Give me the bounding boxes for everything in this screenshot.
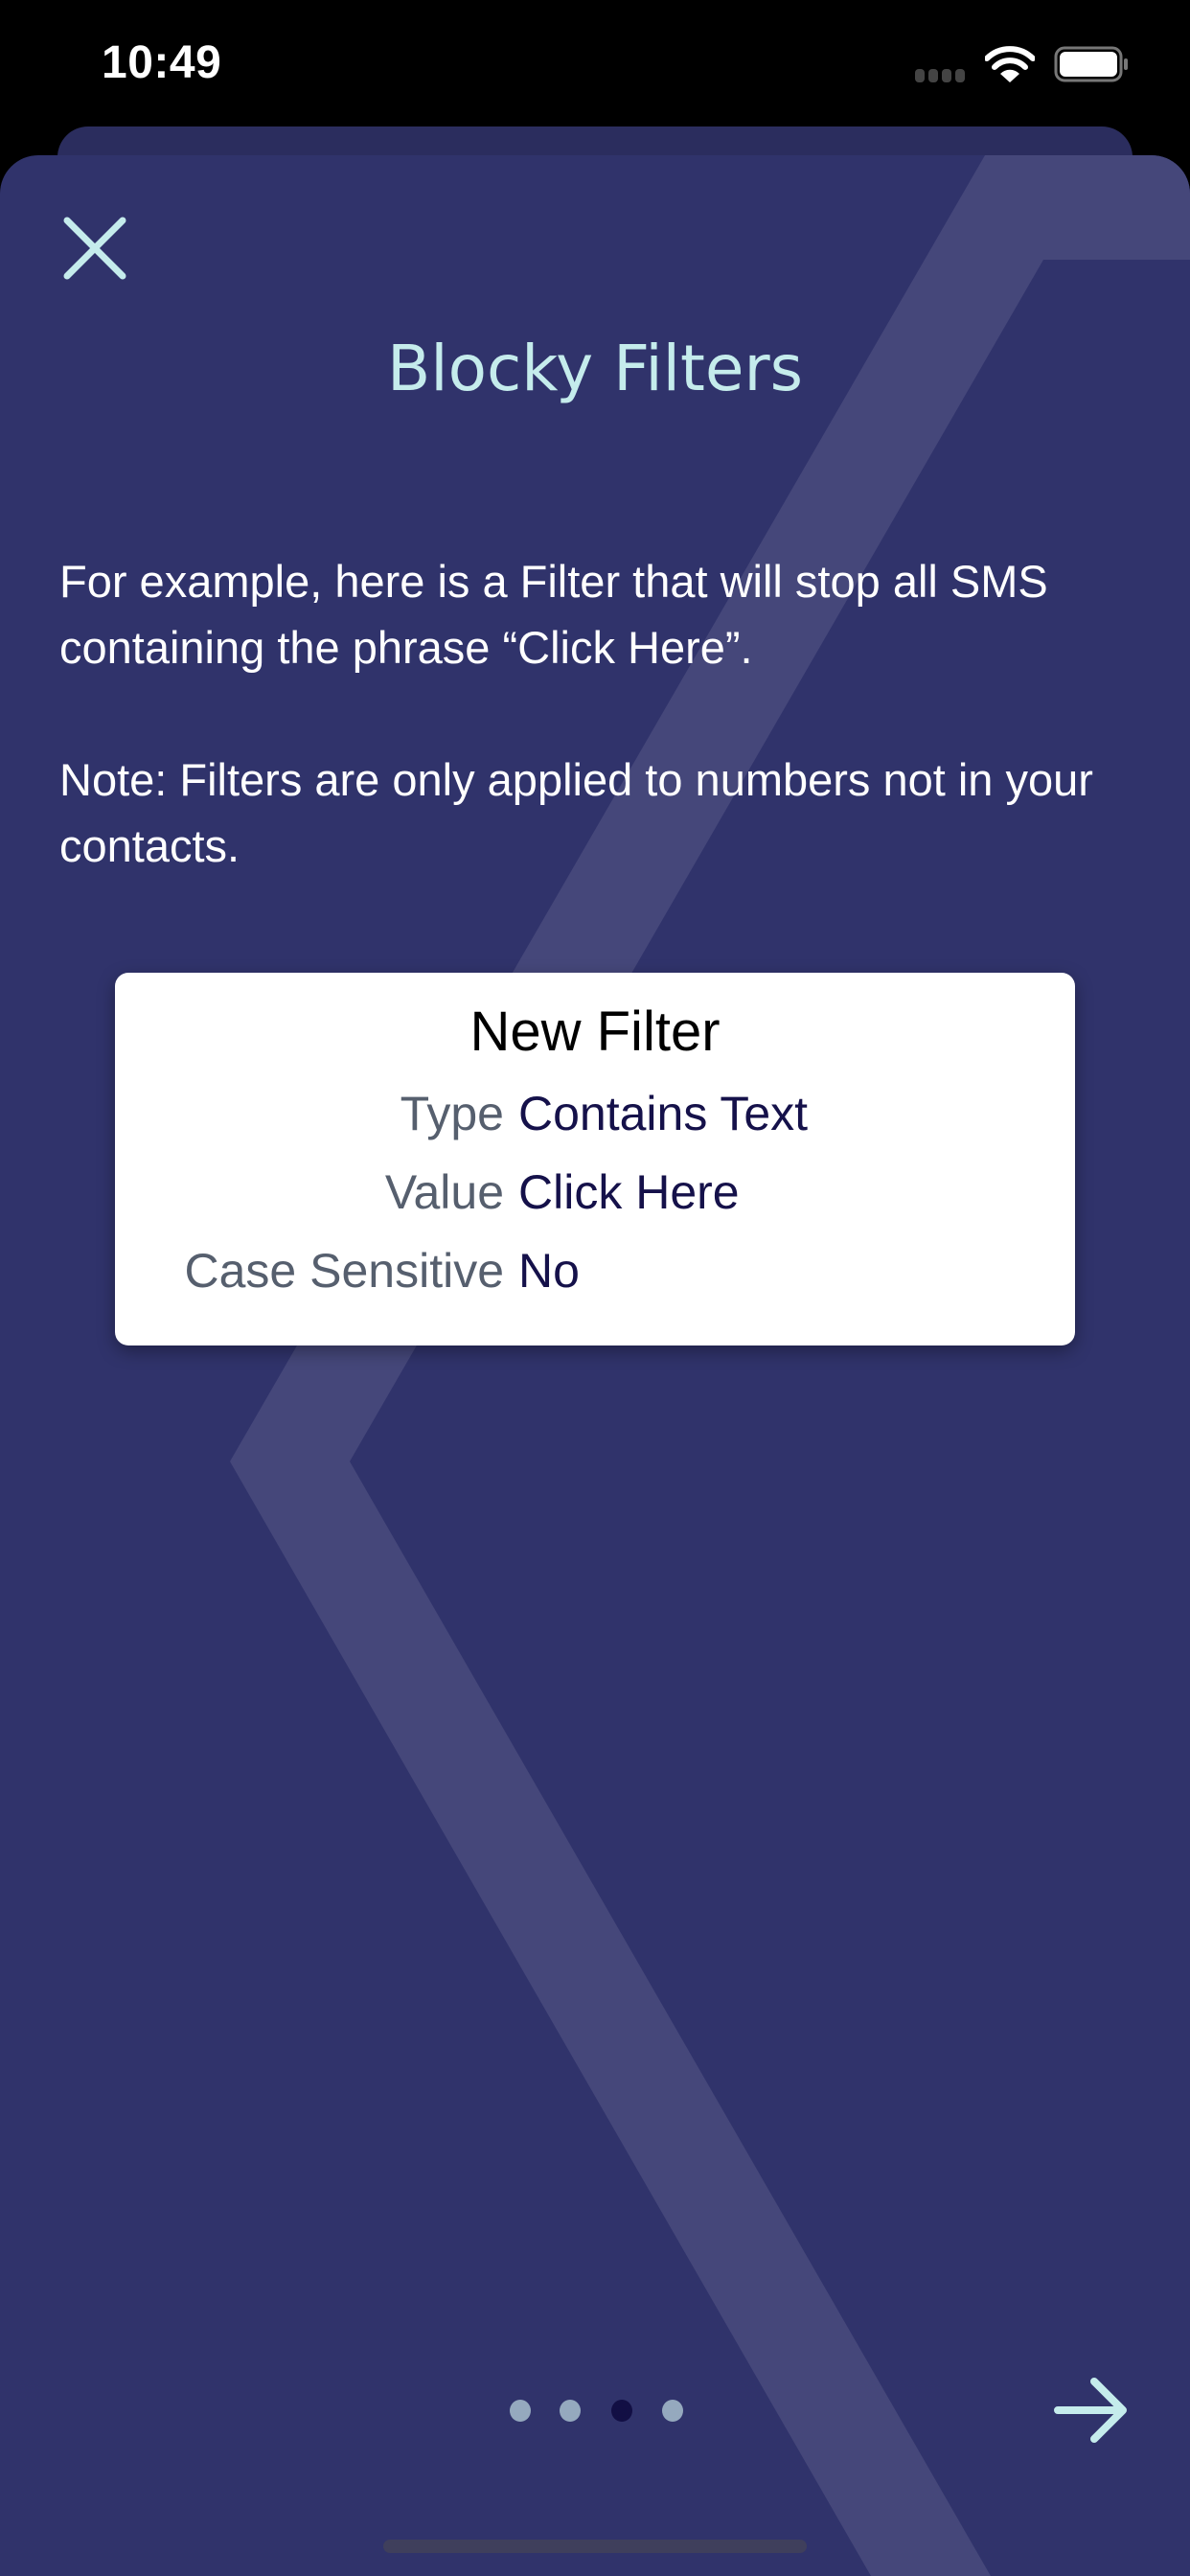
card-title: New Filter bbox=[469, 1000, 721, 1063]
battery-icon bbox=[1054, 46, 1128, 82]
next-arrow-icon[interactable] bbox=[1052, 2377, 1131, 2444]
page-dot-4[interactable] bbox=[662, 2400, 683, 2422]
row-value: Contains Text bbox=[518, 1087, 809, 1140]
row-label: Type bbox=[400, 1087, 504, 1140]
status-time: 10:49 bbox=[102, 37, 222, 88]
row-label: Value bbox=[384, 1165, 504, 1219]
home-indicator[interactable] bbox=[383, 2540, 807, 2553]
page-title: Blocky Filters bbox=[386, 332, 804, 405]
page-dot-2[interactable] bbox=[560, 2400, 581, 2422]
status-bar: 10:49 bbox=[0, 0, 1190, 126]
onboarding-sheet: Blocky Filters For example, here is a Fi… bbox=[0, 155, 1190, 2576]
close-icon[interactable] bbox=[61, 215, 128, 282]
cellular-signal-icon bbox=[915, 69, 965, 82]
wifi-icon bbox=[985, 46, 1035, 82]
row-value: No bbox=[518, 1244, 580, 1298]
row-value: Click Here bbox=[518, 1165, 740, 1219]
decorative-stripe bbox=[230, 155, 1190, 2576]
row-label: Case Sensitive bbox=[184, 1244, 505, 1298]
intro-text: For example, here is a Filter that will … bbox=[59, 556, 1048, 673]
note-text: Note: Filters are only applied to number… bbox=[59, 754, 1093, 871]
page-dot-1[interactable] bbox=[510, 2400, 531, 2422]
page-dot-3-active[interactable] bbox=[611, 2400, 632, 2422]
example-filter-card: New Filter Type Contains Text Value Clic… bbox=[115, 973, 1075, 1346]
